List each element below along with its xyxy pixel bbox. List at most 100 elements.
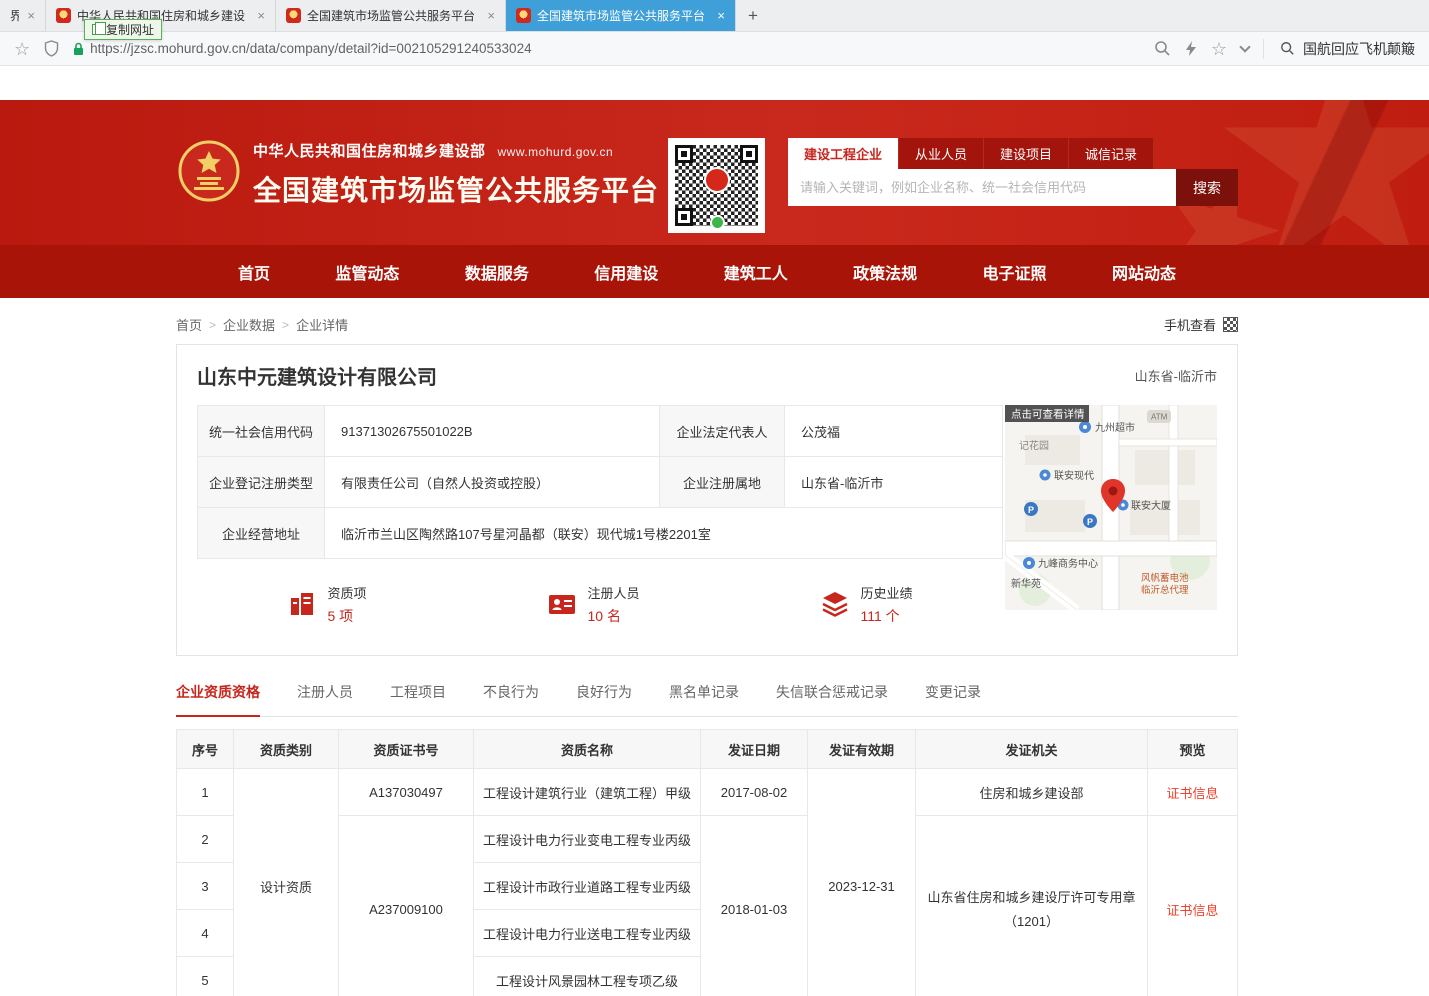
- browser-tab-partial[interactable]: 界 ×: [0, 0, 46, 31]
- col-issue-date: 发证日期: [701, 730, 808, 769]
- browser-tab-jzsc-1[interactable]: 全国建筑市场监管公共服务平台 ×: [276, 0, 506, 31]
- url-field[interactable]: https://jzsc.mohurd.gov.cn/data/company/…: [73, 41, 1140, 56]
- tab-blacklist[interactable]: 黑名单记录: [669, 682, 739, 716]
- favorites-star-icon[interactable]: ☆: [1211, 40, 1227, 58]
- credit-code-value: 91371302675501022B: [325, 406, 660, 457]
- address-value: 临沂市兰山区陶然路107号星河晶都（联安）现代城1号楼2201室: [325, 508, 1003, 559]
- qr-finder: [675, 208, 693, 226]
- tab-projects[interactable]: 工程项目: [390, 682, 446, 716]
- search-tab-project[interactable]: 建设项目: [984, 138, 1069, 169]
- nav-item-news[interactable]: 网站动态: [1112, 260, 1176, 284]
- chevron-down-icon[interactable]: [1239, 41, 1250, 52]
- breadcrumb-home[interactable]: 首页: [176, 315, 202, 334]
- new-tab-button[interactable]: +: [736, 0, 770, 31]
- tab-change-records[interactable]: 变更记录: [925, 682, 981, 716]
- category-cell: 设计资质: [234, 769, 339, 996]
- keyword-search-input[interactable]: [788, 169, 1176, 206]
- company-name: 山东中元建筑设计有限公司: [197, 361, 437, 390]
- table-row: 1 设计资质 A137030497 工程设计建筑行业（建筑工程）甲级 2017-…: [177, 769, 1238, 816]
- tab-close-icon[interactable]: ×: [27, 8, 35, 23]
- qual-name-cell: 工程设计风景园林工程专项乙级: [474, 957, 701, 996]
- qr-wechat-icon: [710, 215, 725, 230]
- stat-performance[interactable]: 历史业绩 111 个: [820, 583, 912, 626]
- cert-no-cell: A137030497: [339, 769, 474, 816]
- company-info-table: 统一社会信用代码 91371302675501022B 企业法定代表人 公茂福 …: [197, 405, 1003, 559]
- page-top-gap: [0, 66, 1429, 100]
- col-preview: 预览: [1148, 730, 1238, 769]
- qual-name-cell: 工程设计电力行业送电工程专业丙级: [474, 910, 701, 957]
- nav-item-licenses[interactable]: 电子证照: [983, 260, 1047, 284]
- nav-item-policy[interactable]: 政策法规: [853, 260, 917, 284]
- reg-type-value: 有限责任公司（自然人投资或控股）: [325, 457, 660, 508]
- detail-tabs: 企业资质资格 注册人员 工程项目 不良行为 良好行为 黑名单记录 失信联合惩戒记…: [176, 682, 1238, 717]
- company-stats: 资质项 5 项 注册人员: [197, 573, 1003, 635]
- flash-icon[interactable]: [1185, 40, 1197, 57]
- map-parking-icon: P: [1087, 517, 1093, 527]
- tab-qualifications[interactable]: 企业资质资格: [176, 682, 260, 717]
- zoom-icon[interactable]: [1154, 40, 1171, 57]
- cert-info-link[interactable]: 证书信息: [1148, 816, 1238, 996]
- bookmark-star-icon[interactable]: ☆: [14, 40, 30, 58]
- hot-search-box[interactable]: 国航回应飞机颠簸: [1263, 39, 1415, 59]
- ministry-url: www.mohurd.gov.cn: [498, 145, 614, 159]
- col-qual-name: 资质名称: [474, 730, 701, 769]
- stat-label: 注册人员: [587, 583, 639, 602]
- nav-item-supervision[interactable]: 监管动态: [335, 260, 399, 284]
- browser-tab-jzsc-active[interactable]: 全国建筑市场监管公共服务平台 ×: [506, 0, 736, 31]
- legal-rep-label: 企业法定代表人: [660, 406, 785, 457]
- stat-label: 资质项: [327, 583, 366, 602]
- map-label-battery-2: 临沂总代理: [1141, 584, 1189, 596]
- map-label-atm: ATM: [1151, 413, 1168, 422]
- authority-cell: 住房和城乡建设部: [916, 769, 1148, 816]
- mobile-view-button[interactable]: 手机查看: [1164, 315, 1238, 334]
- issue-date-cell: 2017-08-02: [701, 769, 808, 816]
- site-brand[interactable]: 中华人民共和国住房和城乡建设部www.mohurd.gov.cn 全国建筑市场监…: [178, 140, 659, 209]
- tab-close-icon[interactable]: ×: [487, 8, 495, 23]
- address-label: 企业经营地址: [198, 508, 325, 559]
- stat-value: 111 个: [860, 606, 912, 626]
- stat-registered-personnel[interactable]: 注册人员 10 名: [547, 583, 639, 626]
- nav-item-credit[interactable]: 信用建设: [594, 260, 658, 284]
- stat-value: 10 名: [587, 606, 639, 626]
- tab-bad-behavior[interactable]: 不良行为: [483, 682, 539, 716]
- authority-cell: 山东省住房和城乡建设厅许可专用章（1201）: [916, 816, 1148, 996]
- url-text: https://jzsc.mohurd.gov.cn/data/company/…: [90, 41, 531, 56]
- nav-item-home[interactable]: 首页: [238, 260, 270, 284]
- nav-item-data-service[interactable]: 数据服务: [465, 260, 529, 284]
- map-hint: 点击可查看详情: [1011, 408, 1085, 421]
- cert-info-link[interactable]: 证书信息: [1148, 769, 1238, 816]
- shield-icon[interactable]: [44, 40, 59, 57]
- search-button[interactable]: 搜索: [1176, 169, 1238, 206]
- nav-item-workers[interactable]: 建筑工人: [724, 260, 788, 284]
- copy-url-tooltip[interactable]: 复制网址: [84, 19, 162, 40]
- tab-registered-personnel[interactable]: 注册人员: [297, 682, 353, 716]
- breadcrumb: 首页 > 企业数据 > 企业详情 手机查看: [176, 315, 1238, 334]
- col-category: 资质类别: [234, 730, 339, 769]
- qualification-table: 序号 资质类别 资质证书号 资质名称 发证日期 发证有效期 发证机关 预览 1 …: [176, 729, 1238, 996]
- lock-icon: [73, 42, 84, 56]
- header-search: 建设工程企业 从业人员 建设项目 诚信记录 搜索: [788, 138, 1238, 206]
- qr-code: [668, 138, 765, 233]
- tab-good-behavior[interactable]: 良好行为: [576, 682, 632, 716]
- location-map[interactable]: ATM 九州超市 记花园 联安现代 P P 联安大厦 九峰商务: [1005, 405, 1217, 635]
- stat-value: 5 项: [327, 606, 366, 626]
- site-title: 全国建筑市场监管公共服务平台: [253, 169, 659, 209]
- tab-close-icon[interactable]: ×: [257, 8, 265, 23]
- breadcrumb-enterprise-data[interactable]: 企业数据: [223, 315, 275, 334]
- seq-cell: 2: [177, 816, 234, 863]
- map-parking-icon: P: [1028, 505, 1034, 515]
- table-header-row: 序号 资质类别 资质证书号 资质名称 发证日期 发证有效期 发证机关 预览: [177, 730, 1238, 769]
- tab-close-icon[interactable]: ×: [717, 8, 725, 23]
- search-tab-credit[interactable]: 诚信记录: [1069, 138, 1154, 169]
- reg-region-label: 企业注册属地: [660, 457, 785, 508]
- qual-name-cell: 工程设计市政行业道路工程专业丙级: [474, 863, 701, 910]
- seq-cell: 3: [177, 863, 234, 910]
- stat-qualifications[interactable]: 资质项 5 项: [287, 583, 366, 626]
- copy-icon: [92, 24, 101, 35]
- tab-favicon-icon: [516, 8, 531, 23]
- search-tab-enterprise[interactable]: 建设工程企业: [788, 138, 899, 169]
- issue-date-cell: 2018-01-03: [701, 816, 808, 996]
- seq-cell: 5: [177, 957, 234, 996]
- search-tab-personnel[interactable]: 从业人员: [899, 138, 984, 169]
- tab-dishonesty[interactable]: 失信联合惩戒记录: [776, 682, 888, 716]
